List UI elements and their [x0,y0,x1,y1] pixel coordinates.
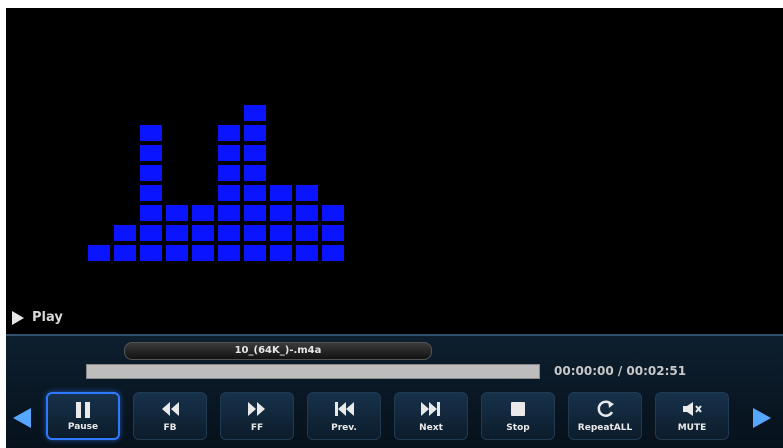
fast-forward-button[interactable]: FF [220,392,294,440]
visualizer-block [192,225,214,241]
stop-label: Stop [506,423,530,433]
visualizer-block [296,245,318,261]
visualizer-block [218,225,240,241]
visualizer-block [166,205,188,221]
next-label: Next [419,423,443,433]
visualizer-block [322,225,344,241]
stop-button[interactable]: Stop [481,392,555,440]
visualizer-block [270,225,292,241]
visualizer-block [218,125,240,141]
audio-visualizer [88,105,348,265]
visualizer-block [192,205,214,221]
visualizer-block [322,205,344,221]
skip-previous-icon [308,399,380,419]
visualizer-block [244,145,266,161]
visualizer-block [140,205,162,221]
visualizer-block [218,245,240,261]
fast-forward-label: FF [250,423,264,433]
visualizer-block [140,185,162,201]
visualizer-block [244,225,266,241]
fast-backward-button[interactable]: FB [133,392,207,440]
control-panel: 10_(64K_)-.m4a 00:00:00 / 00:02:51 Pause… [6,334,783,448]
visualizer-block [218,185,240,201]
visualizer-block [88,245,110,261]
visualizer-block [140,145,162,161]
play-status-label: Play [32,310,63,325]
pause-label: Pause [67,422,99,432]
repeat-icon [569,399,641,419]
next-button[interactable]: Next [394,392,468,440]
repeat-label: RepeatALL [577,423,633,433]
visualizer-block [218,205,240,221]
mute-icon [656,399,728,419]
stop-icon [482,399,554,419]
progress-bar[interactable] [86,364,540,379]
visualizer-block [140,245,162,261]
visualizer-block [270,205,292,221]
visualizer-block [270,245,292,261]
scroll-right-arrow-icon[interactable] [753,408,771,428]
filename-display: 10_(64K_)-.m4a [124,342,432,360]
visualizer-block [166,245,188,261]
pause-icon [48,400,118,420]
visualizer-block [192,245,214,261]
play-status: Play [12,310,63,325]
visualizer-block [296,205,318,221]
mute-label: MUTE [677,423,707,433]
visualizer-block [140,125,162,141]
visualizer-block [218,165,240,181]
repeat-button[interactable]: RepeatALL [568,392,642,440]
previous-button[interactable]: Prev. [307,392,381,440]
visualizer-block [296,225,318,241]
previous-label: Prev. [331,423,357,433]
fast-backward-icon [134,399,206,419]
visualizer-block [244,125,266,141]
visualizer-block [270,185,292,201]
visualizer-block [244,245,266,261]
fast-backward-label: FB [163,423,177,433]
scroll-left-arrow-icon[interactable] [13,408,31,428]
fast-forward-icon [221,399,293,419]
visualizer-block [218,145,240,161]
visualizer-block [322,245,344,261]
visualizer-block [114,225,136,241]
visualizer-block [166,225,188,241]
time-display: 00:00:00 / 00:02:51 [554,364,687,378]
transport-controls: Pause FB FF Prev. Next Stop RepeatALL MU… [46,392,746,444]
visualizer-block [244,205,266,221]
visualizer-block [296,185,318,201]
mute-button[interactable]: MUTE [655,392,729,440]
visualizer-block [140,165,162,181]
visualizer-block [244,185,266,201]
pause-button[interactable]: Pause [46,392,120,440]
media-screen: Play 10_(64K_)-.m4a 00:00:00 / 00:02:51 … [6,8,783,448]
skip-next-icon [395,399,467,419]
visualizer-block [244,165,266,181]
visualizer-block [140,225,162,241]
visualizer-block [244,105,266,121]
play-icon [12,310,24,325]
visualizer-block [114,245,136,261]
